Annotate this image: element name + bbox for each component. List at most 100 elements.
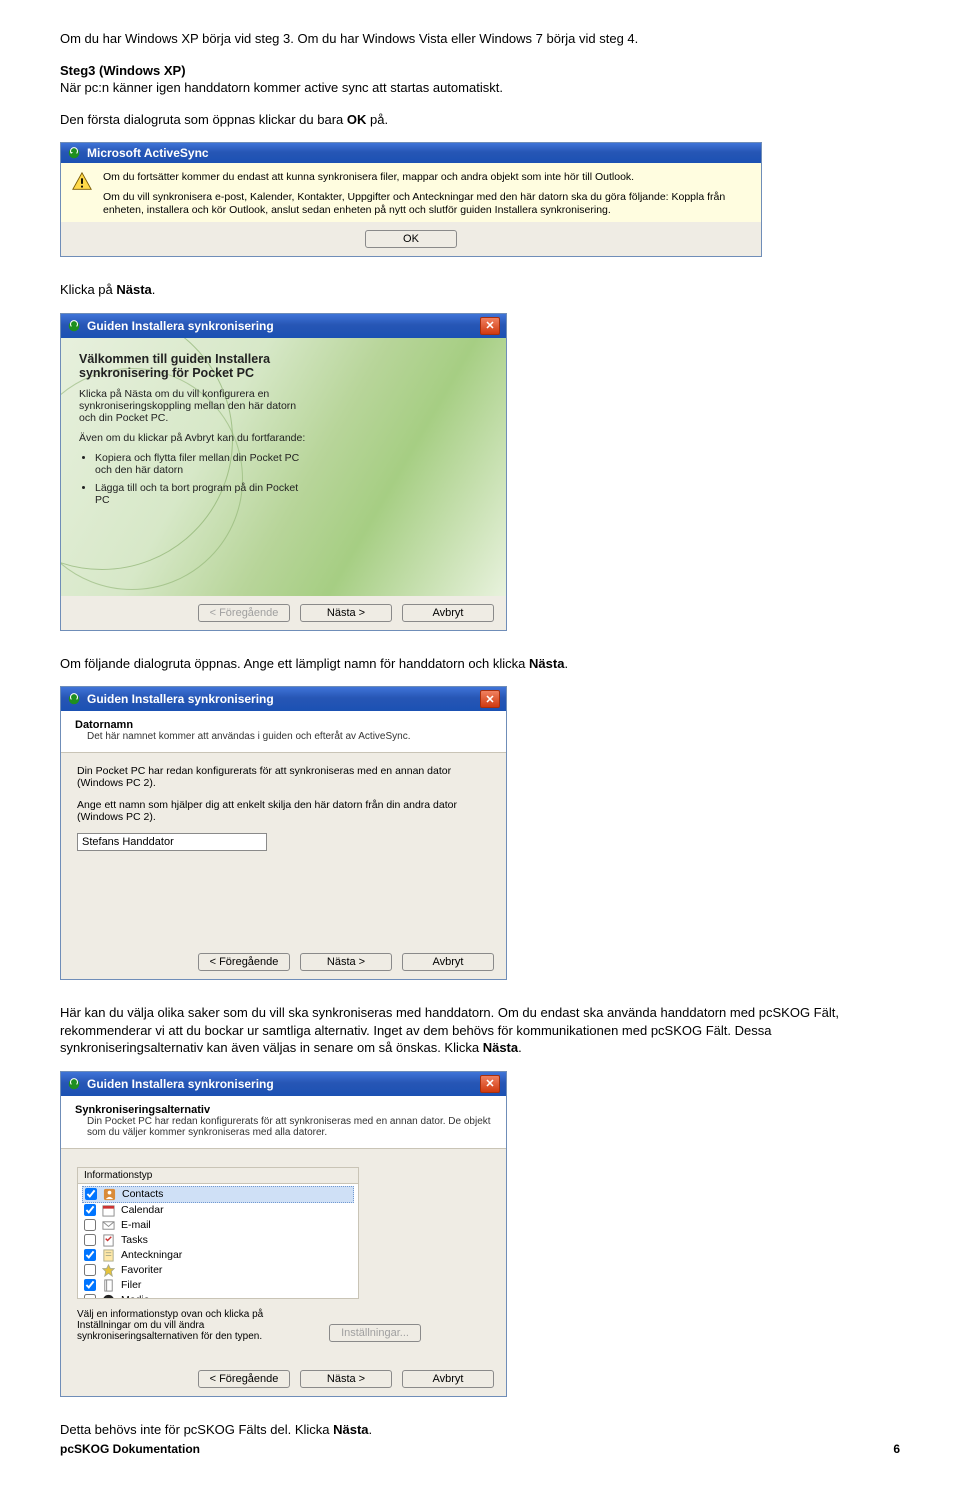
contacts-icon (103, 1188, 116, 1201)
sync-label: Tasks (121, 1234, 148, 1246)
activesync-dialog: Microsoft ActiveSync Om du fortsätter ko… (60, 142, 762, 257)
sync-row-calendar[interactable]: Calendar (82, 1203, 354, 1218)
sync-checkbox[interactable] (84, 1219, 96, 1231)
welcome-heading: Välkommen till guiden Installera synkron… (79, 352, 309, 380)
devicename-p2: Ange ett namn som hjälper dig att enkelt… (77, 799, 490, 823)
tasks-icon (102, 1234, 115, 1247)
wizard-icon (67, 1077, 81, 1091)
step3-text: När pc:n känner igen handdatorn kommer a… (60, 80, 503, 95)
activesync-body: Om du fortsätter kommer du endast att ku… (61, 163, 761, 222)
sync-label: E-mail (121, 1219, 151, 1231)
sync-checkbox[interactable] (84, 1294, 96, 1298)
devicename-hdr-sub: Det här namnet kommer att användas i gui… (87, 731, 492, 742)
sync-row-tasks[interactable]: Tasks (82, 1233, 354, 1248)
wizard-title: Guiden Installera synkronisering (87, 319, 474, 333)
close-button[interactable]: ✕ (480, 690, 500, 708)
sync-checkbox[interactable] (84, 1279, 96, 1291)
devicename-input[interactable] (77, 833, 267, 851)
cancel-button[interactable]: Avbryt (402, 1370, 494, 1388)
wizard-titlebar: Guiden Installera synkronisering ✕ (61, 314, 506, 338)
syncopts-header: Synkroniseringsalternativ Din Pocket PC … (61, 1096, 506, 1149)
sync-checkbox[interactable] (84, 1234, 96, 1246)
sync-label: Contacts (122, 1188, 163, 1200)
files-icon (102, 1279, 115, 1292)
sync-col-header: Informationstyp (78, 1168, 358, 1184)
wizard-titlebar-2: Guiden Installera synkronisering ✕ (61, 687, 506, 711)
devicename-buttons: < Föregående Nästa > Avbryt (61, 945, 506, 979)
close-icon: ✕ (485, 693, 494, 706)
sync-label: Anteckningar (121, 1249, 182, 1261)
welcome-li1: Kopiera och flytta filer mellan din Pock… (95, 452, 309, 476)
devicename-header: Datornamn Det här namnet kommer att anvä… (61, 711, 506, 753)
syncopts-body: Informationstyp Contacts Calendar E-mail Ta… (61, 1149, 506, 1362)
welcome-p1: Klicka på Nästa om du vill konfigurera e… (79, 388, 309, 424)
sync-checkbox[interactable] (84, 1264, 96, 1276)
devicename-body: Din Pocket PC har redan konfigurerats fö… (61, 753, 506, 945)
sync-checkbox[interactable] (85, 1188, 97, 1200)
sync-row-favoriter[interactable]: Favoriter (82, 1263, 354, 1278)
cancel-button[interactable]: Avbryt (402, 604, 494, 622)
p2: Den första dialogruta som öppnas klickar… (60, 111, 900, 129)
step3: Steg3 (Windows XP) När pc:n känner igen … (60, 62, 900, 97)
doc-footer: pcSKOG Dokumentation 6 (60, 1442, 900, 1456)
media-icon (102, 1294, 115, 1298)
sync-row-contacts[interactable]: Contacts (82, 1186, 354, 1203)
wizard-title-3: Guiden Installera synkronisering (87, 1077, 474, 1091)
back-button[interactable]: < Föregående (198, 1370, 290, 1388)
sync-row-filer[interactable]: Filer (82, 1278, 354, 1293)
wizard-syncopts-dialog: Guiden Installera synkronisering ✕ Synkr… (60, 1071, 507, 1397)
calendar-icon (102, 1204, 115, 1217)
settings-button: Inställningar... (329, 1324, 421, 1342)
next-button[interactable]: Nästa > (300, 1370, 392, 1388)
sync-footer: Välj en informationstyp ovan och klicka … (77, 1309, 490, 1342)
sync-label: Favoriter (121, 1264, 162, 1276)
next-button[interactable]: Nästa > (300, 953, 392, 971)
sync-label: Filer (121, 1279, 141, 1291)
star-icon (102, 1264, 115, 1277)
syncopts-hdr-title: Synkroniseringsalternativ (75, 1104, 492, 1116)
close-button[interactable]: ✕ (480, 1075, 500, 1093)
activesync-titlebar: Microsoft ActiveSync (61, 143, 761, 163)
next-button[interactable]: Nästa > (300, 604, 392, 622)
notes-icon (102, 1249, 115, 1262)
footer-page: 6 (893, 1442, 900, 1456)
sync-checkbox[interactable] (84, 1249, 96, 1261)
sync-row-anteckningar[interactable]: Anteckningar (82, 1248, 354, 1263)
close-button[interactable]: ✕ (480, 317, 500, 335)
welcome-li2: Lägga till och ta bort program på din Po… (95, 482, 309, 506)
activesync-line2: Om du vill synkronisera e-post, Kalender… (103, 191, 751, 218)
wizard-title-2: Guiden Installera synkronisering (87, 692, 474, 706)
devicename-hdr-title: Datornamn (75, 719, 492, 731)
activesync-icon (67, 146, 81, 160)
after-devicename: Här kan du välja olika saker som du vill… (60, 1004, 900, 1057)
sync-checkbox[interactable] (84, 1204, 96, 1216)
ok-button[interactable]: OK (365, 230, 457, 248)
sync-list[interactable]: Contacts Calendar E-mail Tasks Anteckningar F… (78, 1184, 358, 1298)
cancel-button[interactable]: Avbryt (402, 953, 494, 971)
sync-note: Välj en informationstyp ovan och klicka … (77, 1309, 317, 1342)
activesync-line1: Om du fortsätter kommer du endast att ku… (103, 171, 751, 185)
close-icon: ✕ (485, 1077, 494, 1090)
step3-label: Steg3 (Windows XP) (60, 63, 186, 78)
wizard-icon (67, 319, 81, 333)
after-syncopts: Detta behövs inte för pcSKOG Fälts del. … (60, 1421, 900, 1439)
activesync-title: Microsoft ActiveSync (87, 146, 755, 160)
sync-label: Calendar (121, 1204, 164, 1216)
sync-panel: Informationstyp Contacts Calendar E-mail Ta… (77, 1167, 359, 1299)
wizard-icon (67, 692, 81, 706)
sync-row-media[interactable]: Media (82, 1293, 354, 1298)
sync-label: Media (121, 1294, 150, 1298)
wizard-welcome-dialog: Guiden Installera synkronisering ✕ Välko… (60, 313, 507, 631)
back-button[interactable]: < Föregående (198, 953, 290, 971)
devicename-p1: Din Pocket PC har redan konfigurerats fö… (77, 765, 490, 789)
sync-row-e-mail[interactable]: E-mail (82, 1218, 354, 1233)
back-button: < Föregående (198, 604, 290, 622)
wizard-welcome-body: Välkommen till guiden Installera synkron… (61, 338, 506, 596)
footer-doc: pcSKOG Dokumentation (60, 1442, 200, 1456)
wizard-titlebar-3: Guiden Installera synkronisering ✕ (61, 1072, 506, 1096)
activesync-buttons: OK (61, 222, 761, 256)
wizard-welcome-buttons: < Föregående Nästa > Avbryt (61, 596, 506, 630)
welcome-p2: Även om du klickar på Avbryt kan du fort… (79, 432, 309, 444)
warning-icon (71, 171, 93, 193)
wizard-devicename-dialog: Guiden Installera synkronisering ✕ Dator… (60, 686, 507, 980)
